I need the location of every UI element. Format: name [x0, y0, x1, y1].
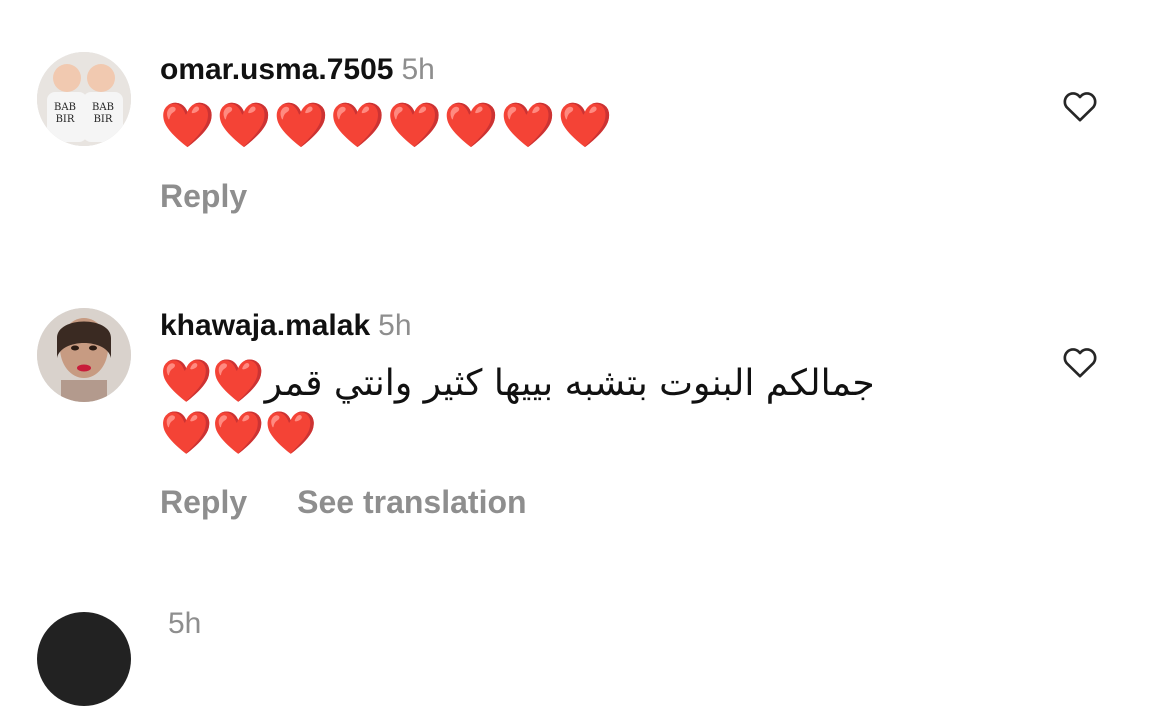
- comment-item: 5h: [0, 0, 1170, 706]
- timestamp: 5h: [168, 607, 202, 640]
- avatar[interactable]: [37, 612, 131, 706]
- comment-meta: 5h: [160, 606, 201, 642]
